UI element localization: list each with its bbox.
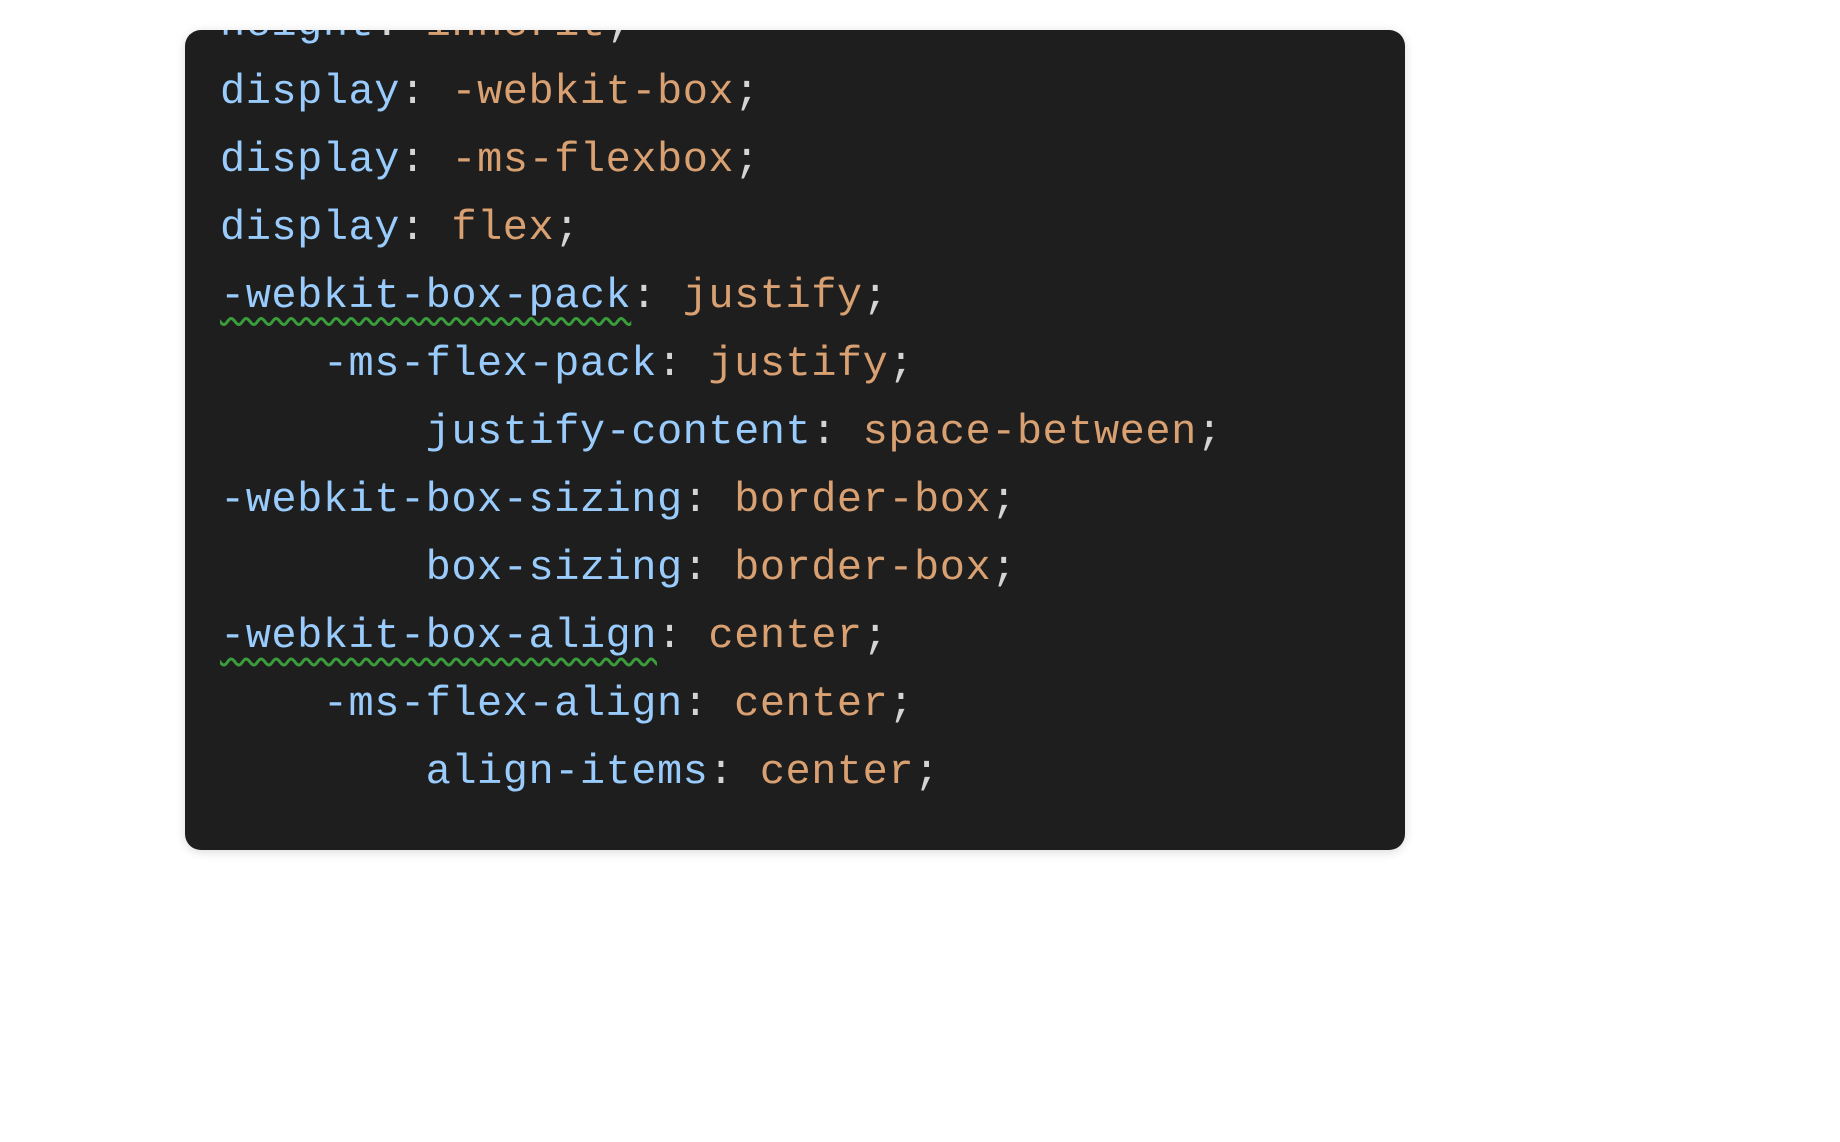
semicolon: ; [888,680,914,728]
indent-guide [220,544,426,592]
colon: : [811,408,862,456]
code-line[interactable]: display: -webkit-box; [220,58,1405,126]
semicolon: ; [734,68,760,116]
code-editor-panel[interactable]: height: inherit;display: -webkit-box;dis… [185,30,1405,850]
semicolon: ; [606,30,632,48]
semicolon: ; [888,340,914,388]
css-value: flex [451,204,554,252]
css-value: border-box [734,544,991,592]
code-line[interactable]: display: -ms-flexbox; [220,126,1405,194]
semicolon: ; [1197,408,1223,456]
css-value: space-between [863,408,1197,456]
css-property: justify-content [426,408,812,456]
colon: : [708,748,759,796]
colon: : [683,476,734,524]
colon: : [631,272,682,320]
colon: : [374,30,425,48]
semicolon: ; [554,204,580,252]
indent-guide [220,748,426,796]
code-line[interactable]: box-sizing: border-box; [220,534,1405,602]
colon: : [683,680,734,728]
code-line[interactable]: -ms-flex-pack: justify; [220,330,1405,398]
indent-guide [220,340,323,388]
colon: : [683,544,734,592]
semicolon: ; [863,272,889,320]
colon: : [657,612,708,660]
semicolon: ; [991,544,1017,592]
semicolon: ; [991,476,1017,524]
css-property: -webkit-box-pack [220,272,631,320]
css-property: -webkit-box-align [220,612,657,660]
code-line[interactable]: align-items: center; [220,738,1405,806]
css-value: -ms-flexbox [451,136,734,184]
css-property: -ms-flex-align [323,680,683,728]
semicolon: ; [734,136,760,184]
code-line[interactable]: -webkit-box-sizing: border-box; [220,466,1405,534]
css-property: align-items [426,748,709,796]
indent-guide [220,408,426,456]
css-value: inherit [426,30,606,48]
code-content[interactable]: height: inherit;display: -webkit-box;dis… [185,30,1405,806]
css-property: display [220,136,400,184]
code-line[interactable]: justify-content: space-between; [220,398,1405,466]
css-value: justify [708,340,888,388]
css-value: center [734,680,888,728]
colon: : [400,204,451,252]
css-property: -webkit-box-sizing [220,476,683,524]
css-property: height [220,30,374,48]
colon: : [400,68,451,116]
css-value: border-box [734,476,991,524]
colon: : [657,340,708,388]
code-line[interactable]: height: inherit; [220,30,1405,58]
code-line[interactable]: -webkit-box-align: center; [220,602,1405,670]
css-property: display [220,68,400,116]
indent-guide [220,680,323,728]
semicolon: ; [863,612,889,660]
code-line[interactable]: display: flex; [220,194,1405,262]
colon: : [400,136,451,184]
css-property: box-sizing [426,544,683,592]
css-value: center [708,612,862,660]
semicolon: ; [914,748,940,796]
code-line[interactable]: -ms-flex-align: center; [220,670,1405,738]
css-value: justify [683,272,863,320]
code-line[interactable]: -webkit-box-pack: justify; [220,262,1405,330]
css-value: -webkit-box [451,68,734,116]
css-value: center [760,748,914,796]
css-property: display [220,204,400,252]
css-property: -ms-flex-pack [323,340,657,388]
